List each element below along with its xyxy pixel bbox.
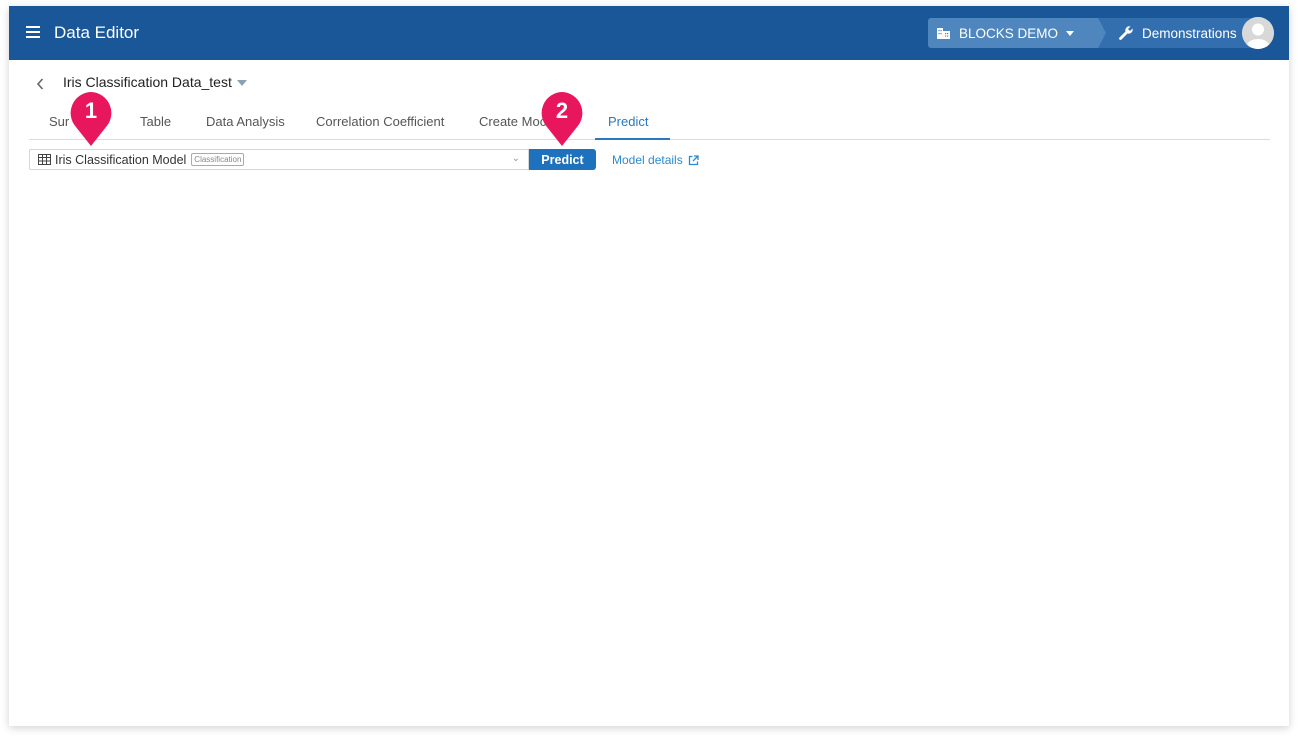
chevron-down-icon: ⌄ (511, 153, 520, 164)
project-label: Demonstrations (1142, 25, 1237, 41)
model-select[interactable]: Iris Classification Model Classification… (29, 149, 529, 170)
caret-down-icon (1066, 30, 1075, 36)
dataset-title: Iris Classification Data_test (63, 74, 232, 90)
building-icon (937, 27, 950, 39)
predict-button[interactable]: Predict (529, 149, 596, 170)
app-window: Data Editor BLOCKS DEMO Demonstrations I… (9, 6, 1289, 726)
annotation-number: 1 (84, 98, 98, 123)
external-link-icon (688, 154, 699, 165)
hamburger-menu-icon[interactable] (26, 26, 40, 38)
caret-down-icon (236, 80, 247, 86)
app-bar: Data Editor BLOCKS DEMO Demonstrations (9, 6, 1289, 60)
annotation-number: 2 (555, 98, 569, 123)
selected-model-name: Iris Classification Model (55, 152, 187, 167)
tab-table[interactable]: Table (140, 114, 171, 129)
active-tab-indicator (595, 138, 670, 140)
tab-correlation-coefficient[interactable]: Correlation Coefficient (316, 114, 444, 129)
tab-data-analysis[interactable]: Data Analysis (206, 114, 285, 129)
model-details-link[interactable]: Model details (612, 153, 699, 167)
model-type-badge: Classification (191, 153, 245, 166)
organization-selector[interactable]: BLOCKS DEMO (928, 18, 1107, 48)
organization-label: BLOCKS DEMO (959, 25, 1059, 41)
project-selector[interactable]: Demonstrations (1098, 18, 1263, 48)
wrench-icon (1119, 26, 1133, 40)
model-details-label: Model details (612, 153, 683, 167)
tab-create-model[interactable]: Create Moc (479, 114, 546, 129)
tab-summary[interactable]: Sur (49, 114, 69, 129)
user-avatar-icon[interactable] (1242, 17, 1274, 49)
tab-bar: Sur Table Data Analysis Correlation Coef… (29, 100, 1270, 140)
table-icon (38, 154, 51, 165)
annotation-marker-2: 2 (539, 91, 585, 147)
dataset-title-dropdown[interactable]: Iris Classification Data_test (63, 74, 247, 90)
org-project-breadcrumb: BLOCKS DEMO Demonstrations (928, 18, 1263, 48)
chevron-left-icon[interactable] (35, 77, 45, 91)
annotation-marker-1: 1 (68, 91, 114, 147)
app-title: Data Editor (54, 23, 140, 42)
tab-predict[interactable]: Predict (608, 114, 648, 129)
